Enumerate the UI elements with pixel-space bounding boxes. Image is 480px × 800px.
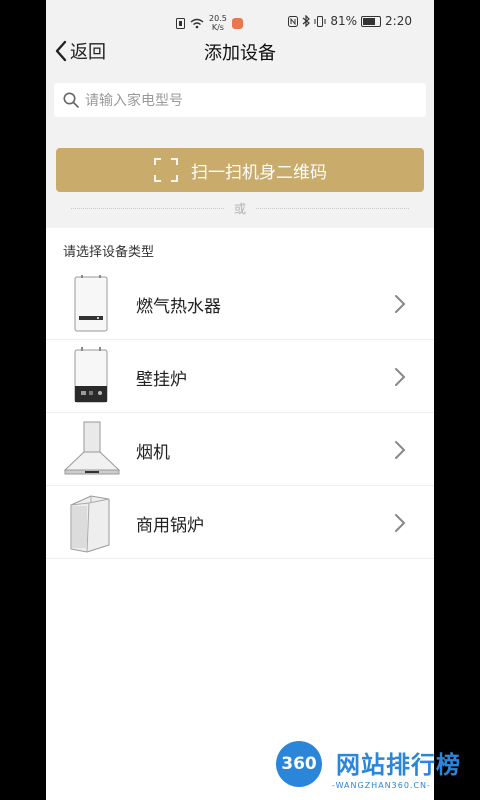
phone-screen: 20.5 K/s 81% 2:20 返回 添加设备 请输入家电型号 扫一扫机身二…: [46, 0, 434, 800]
battery-icon: [361, 15, 382, 27]
device-item-wall-boiler[interactable]: 壁挂炉: [46, 341, 434, 413]
chevron-left-icon: [55, 40, 67, 62]
device-item-label: 燃气热水器: [136, 296, 221, 317]
chevron-right-icon: [395, 295, 406, 313]
data-saver-icon: [176, 17, 185, 29]
chevron-right-icon: [395, 514, 406, 532]
bluetooth-icon: [302, 15, 311, 27]
device-type-list: 请选择设备类型 燃气热水器 壁挂炉 烟机 商用锅炉: [46, 228, 434, 800]
row-divider: [46, 412, 434, 413]
row-divider: [46, 558, 434, 559]
device-item-label: 商用锅炉: [136, 515, 204, 536]
commercial-boiler-icon: [70, 495, 110, 553]
scan-qr-button[interactable]: 扫一扫机身二维码: [56, 148, 424, 192]
chevron-right-icon: [395, 441, 406, 459]
gas-water-heater-icon: [74, 275, 108, 332]
or-label: 或: [234, 201, 247, 216]
device-item-commercial-boiler[interactable]: 商用锅炉: [46, 487, 434, 559]
search-input[interactable]: 请输入家电型号: [54, 83, 426, 117]
battery-percent: 81%: [330, 14, 358, 28]
nav-bar: 返回 添加设备: [46, 30, 434, 74]
status-right: 81% 2:20: [288, 14, 412, 28]
range-hood-icon: [63, 421, 121, 475]
watermark: 360 网站排行榜 -WANGZHAN360.CN-: [270, 735, 480, 800]
section-label: 请选择设备类型: [63, 245, 155, 260]
divider-line: [71, 207, 224, 209]
watermark-badge: 360: [276, 741, 322, 787]
search-icon: [63, 92, 79, 108]
search-placeholder: 请输入家电型号: [85, 93, 183, 109]
page-title: 添加设备: [204, 43, 276, 64]
row-divider: [46, 485, 434, 486]
vibrate-icon: [314, 15, 326, 27]
scan-label: 扫一扫机身二维码: [191, 162, 327, 183]
divider-line: [256, 207, 410, 209]
nfc-icon: [288, 15, 299, 27]
back-button[interactable]: 返回: [54, 38, 106, 64]
device-item-label: 壁挂炉: [136, 369, 187, 390]
watermark-subtitle: -WANGZHAN360.CN-: [332, 781, 431, 790]
wall-boiler-icon: [74, 347, 108, 403]
device-item-label: 烟机: [136, 442, 170, 463]
back-label: 返回: [70, 42, 106, 63]
or-divider: 或: [71, 200, 410, 216]
device-item-gas-water-heater[interactable]: 燃气热水器: [46, 268, 434, 340]
wifi-icon: [190, 18, 204, 28]
device-item-range-hood[interactable]: 烟机: [46, 414, 434, 486]
row-divider: [46, 339, 434, 340]
clock: 2:20: [385, 14, 412, 28]
chevron-right-icon: [395, 368, 406, 386]
message-app-icon: [231, 17, 243, 29]
watermark-title: 网站排行榜: [336, 751, 461, 779]
scan-frame-icon: [154, 158, 178, 182]
network-speed-value: 20.5: [209, 14, 227, 23]
